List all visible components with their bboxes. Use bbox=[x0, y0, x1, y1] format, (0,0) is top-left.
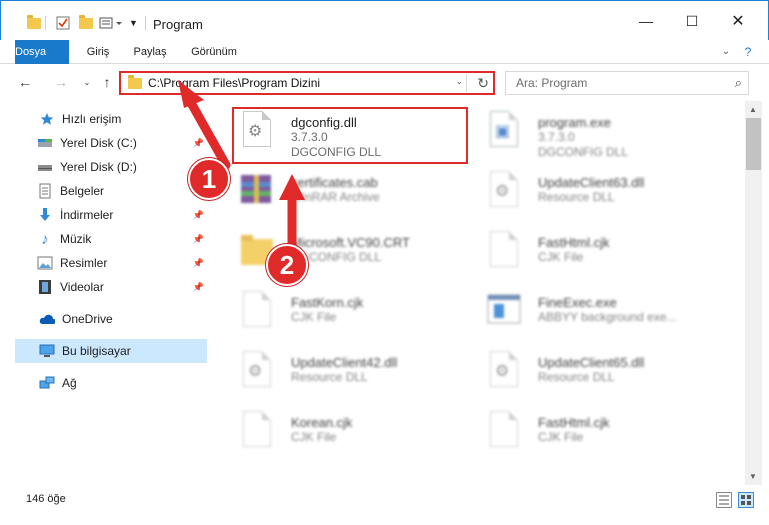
annotation-arrows bbox=[178, 80, 305, 250]
step-1-badge: 1 bbox=[188, 158, 230, 200]
step-2-badge: 2 bbox=[266, 244, 308, 286]
